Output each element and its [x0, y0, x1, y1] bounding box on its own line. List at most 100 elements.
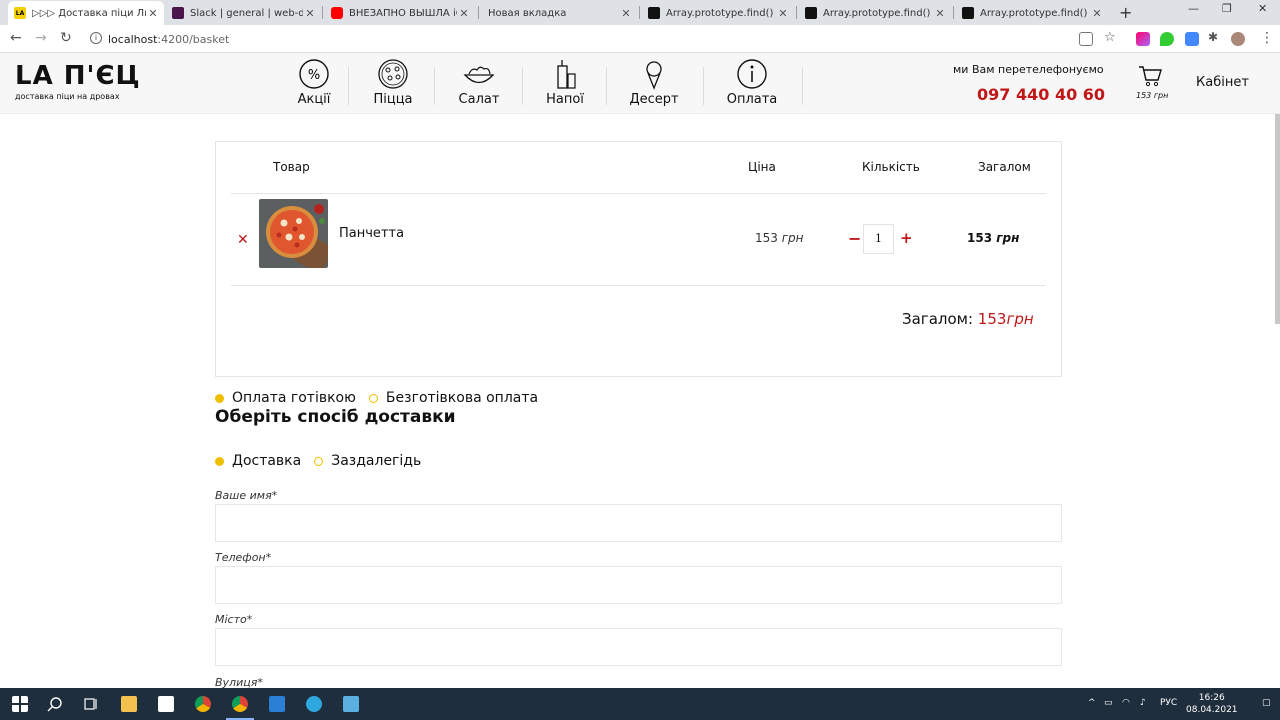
bookmark-star-icon[interactable]: ☆	[1104, 30, 1116, 45]
windows-start-icon[interactable]	[12, 696, 28, 712]
product-name[interactable]: Панчетта	[339, 226, 404, 241]
wifi-icon[interactable]: ◠	[1122, 698, 1130, 708]
city-field[interactable]	[215, 628, 1062, 666]
close-tab-icon[interactable]: ✕	[303, 7, 317, 20]
decrease-qty-button[interactable]: −	[848, 229, 861, 248]
info-icon	[737, 59, 767, 89]
name-field[interactable]	[215, 504, 1062, 542]
increase-qty-button[interactable]: +	[900, 229, 913, 247]
site-logo[interactable]: LA П'ЄЦ	[15, 61, 141, 91]
forward-arrow-icon[interactable]: →	[35, 30, 47, 46]
pizza-icon	[378, 59, 408, 89]
nav-item-payment[interactable]: Оплата	[722, 58, 782, 110]
radio-unselected-icon	[368, 393, 378, 403]
delivery-option-advance[interactable]: Заздалегідь	[314, 453, 421, 469]
site-info-icon[interactable]: i	[90, 32, 102, 44]
cabinet-link[interactable]: Кабінет	[1196, 75, 1249, 90]
browser-tab-2[interactable]: Slack | general | web-dev_1 ✕	[166, 1, 321, 25]
store-icon[interactable]	[158, 696, 174, 712]
minimize-icon[interactable]: —	[1188, 2, 1199, 15]
vscode-icon[interactable]	[269, 696, 285, 712]
phone-field[interactable]	[215, 566, 1062, 604]
close-tab-icon[interactable]: ✕	[146, 7, 160, 20]
tab-title: Новая вкладка	[488, 7, 567, 19]
nav-item-dessert[interactable]: Десерт	[625, 58, 683, 110]
file-explorer-icon[interactable]	[121, 696, 137, 712]
back-arrow-icon[interactable]: ←	[10, 30, 22, 46]
grand-total-number: 153	[977, 310, 1007, 328]
chrome-icon[interactable]	[232, 696, 248, 712]
profile-avatar[interactable]	[1231, 32, 1245, 46]
cart-icon[interactable]	[1138, 65, 1162, 87]
payment-option-card[interactable]: Безготівкова оплата	[368, 390, 538, 406]
task-view-icon[interactable]	[83, 696, 99, 712]
radio-selected-icon	[215, 456, 224, 466]
telegram-icon[interactable]	[306, 696, 322, 712]
url-path: :4200/basket	[157, 33, 230, 46]
extension-icon[interactable]	[1185, 32, 1199, 46]
browser-tab-3[interactable]: ВНЕЗАПНО ВЫШЛА iOS 1 ✕	[325, 1, 475, 25]
nav-label: Піцца	[373, 92, 413, 107]
browser-tab-7[interactable]: Array.prototype.find() - Jav ✕	[956, 1, 1108, 25]
app-icon[interactable]	[343, 696, 359, 712]
translate-icon[interactable]	[1079, 32, 1093, 46]
volume-icon[interactable]: ♪	[1140, 698, 1146, 708]
close-tab-icon[interactable]: ✕	[776, 7, 790, 20]
nav-label: Напої	[546, 92, 584, 107]
tab-divider	[322, 6, 323, 19]
new-tab-button[interactable]: +	[1119, 3, 1132, 22]
tab-divider	[478, 6, 479, 19]
divider	[231, 193, 1046, 194]
nav-item-promos[interactable]: % Акції	[296, 58, 332, 110]
nav-label: Акції	[297, 92, 331, 107]
close-window-icon[interactable]: ✕	[1258, 2, 1267, 15]
ice-cream-icon	[646, 61, 662, 90]
chrome-icon[interactable]	[195, 696, 211, 712]
more-menu-icon[interactable]: ⋮	[1260, 30, 1274, 46]
drinks-icon	[557, 60, 576, 89]
browser-tab-5[interactable]: Array.prototype.find() - Jav ✕	[642, 1, 794, 25]
close-tab-icon[interactable]: ✕	[1090, 7, 1104, 20]
total-value: 153	[967, 231, 993, 245]
browser-tab-bar: LA ▷▷▷ Доставка піци Льві ✕ Slack | gene…	[0, 0, 1280, 25]
url-field[interactable]: localhost:4200/basket	[108, 33, 229, 46]
language-indicator[interactable]: РУС	[1160, 698, 1177, 708]
battery-icon[interactable]: ▭	[1104, 698, 1113, 708]
payment-option-cash[interactable]: Оплата готівкою	[215, 390, 356, 406]
mdn-favicon-icon	[805, 7, 817, 19]
nav-item-drinks[interactable]: Напої	[543, 58, 587, 110]
delivery-option-delivery[interactable]: Доставка	[215, 453, 301, 469]
tab-title: Slack | general | web-dev_1	[190, 7, 303, 19]
clock-time: 16:26	[1198, 693, 1225, 703]
puzzle-icon[interactable]: ✱	[1208, 30, 1218, 44]
close-tab-icon[interactable]: ✕	[457, 7, 471, 20]
restore-icon[interactable]: ❐	[1222, 2, 1232, 15]
notifications-icon[interactable]: ▢	[1262, 698, 1271, 708]
remove-item-icon[interactable]: ✕	[237, 232, 249, 248]
page-scrollbar[interactable]	[1275, 114, 1280, 324]
delivery-options: Доставка Заздалегідь	[215, 453, 434, 469]
search-icon[interactable]	[47, 696, 63, 712]
extension-icon[interactable]	[1136, 32, 1150, 46]
tab-title: ▷▷▷ Доставка піци Льві	[32, 7, 146, 19]
quantity-field[interactable]: 1	[863, 224, 894, 254]
mdn-favicon-icon	[962, 7, 974, 19]
tray-chevron-icon[interactable]: ^	[1088, 698, 1096, 708]
close-tab-icon[interactable]: ✕	[933, 7, 947, 20]
browser-tab-4[interactable]: Новая вкладка ✕	[482, 1, 637, 25]
phone-number[interactable]: 097 440 40 60	[977, 85, 1105, 104]
column-header-total: Загалом	[978, 160, 1031, 174]
column-header-product: Товар	[273, 160, 310, 174]
close-tab-icon[interactable]: ✕	[619, 7, 633, 20]
nav-item-salad[interactable]: Салат	[455, 58, 503, 110]
nav-item-pizza[interactable]: Піцца	[372, 58, 414, 110]
tab-title: Array.prototype.find() - Jav	[980, 7, 1090, 19]
reload-icon[interactable]: ↻	[60, 30, 72, 46]
total-currency: грн	[996, 231, 1020, 245]
browser-tab-1[interactable]: LA ▷▷▷ Доставка піци Льві ✕	[8, 1, 164, 25]
product-total: 153 грн	[967, 231, 1019, 245]
cart-sum[interactable]: 153 грн	[1136, 91, 1168, 100]
browser-tab-6[interactable]: Array.prototype.find() - Jav ✕	[799, 1, 951, 25]
shield-extension-icon[interactable]	[1160, 32, 1174, 46]
clock[interactable]: 16:26 08.04.2021	[1186, 692, 1238, 716]
